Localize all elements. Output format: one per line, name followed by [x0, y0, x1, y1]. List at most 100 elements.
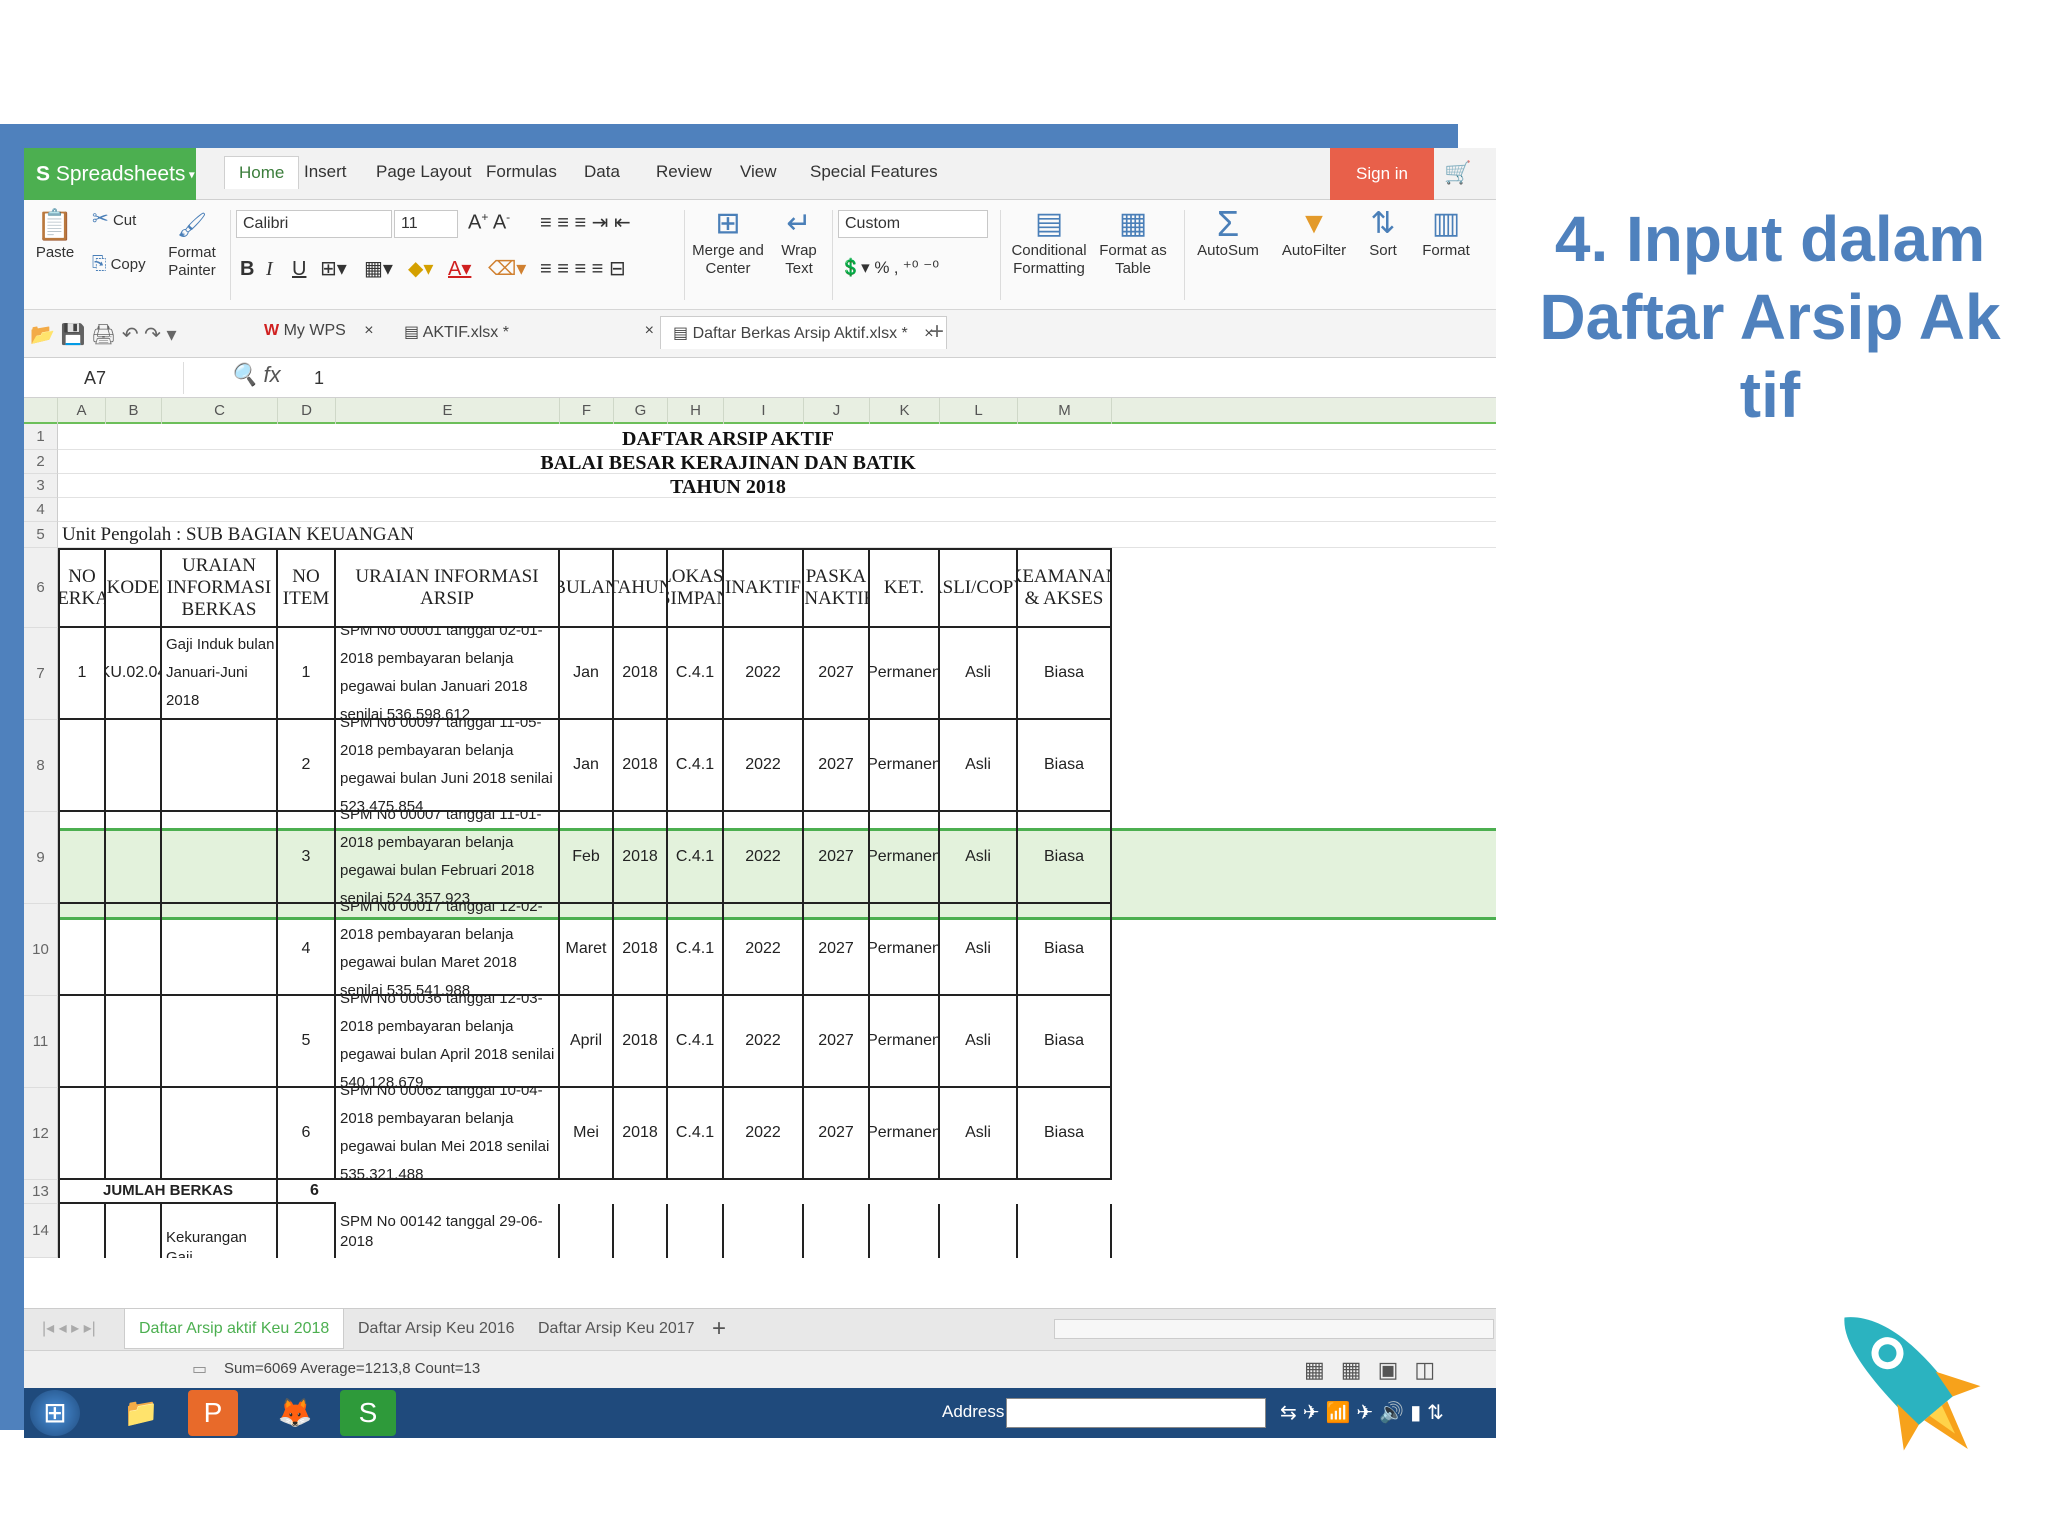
table-cell[interactable]: SPM No 00017 tanggal 12-02-2018 pembayar…: [336, 904, 560, 996]
sheet-tab-keu-2018[interactable]: Daftar Arsip aktif Keu 2018: [124, 1309, 345, 1349]
table-cell[interactable]: Maret: [560, 904, 614, 996]
table-cell[interactable]: C.4.1: [668, 904, 724, 996]
firefox-icon[interactable]: 🦊: [262, 1390, 328, 1436]
table-cell[interactable]: C.4.1: [668, 628, 724, 720]
table-cell[interactable]: [106, 1088, 162, 1180]
row-header-3[interactable]: 3: [24, 474, 58, 498]
table-cell[interactable]: SPM No 00036 tanggal 12-03-2018 pembayar…: [336, 996, 560, 1088]
tab-insert[interactable]: Insert: [304, 162, 347, 182]
sign-in-button[interactable]: Sign in: [1330, 148, 1434, 200]
row-header-14[interactable]: 14: [24, 1204, 58, 1258]
align-top-icon[interactable]: ≡ ≡ ≡ ⇥ ⇤: [540, 210, 631, 235]
table-cell[interactable]: C.4.1: [668, 1088, 724, 1180]
table-cell[interactable]: C.4.1: [668, 812, 724, 904]
table-cell[interactable]: 2027: [804, 904, 870, 996]
table-cell[interactable]: [560, 1204, 614, 1258]
table-cell[interactable]: [106, 1204, 162, 1258]
sheet-nav-arrows[interactable]: |◂ ◂ ▸ ▸|: [28, 1309, 110, 1349]
percent-icon[interactable]: 💲▾ % ‚ ⁺⁰ ⁻⁰: [840, 258, 939, 278]
system-tray-icons[interactable]: ⇆✈📶✈🔊▮⇅: [1280, 1400, 1450, 1425]
tab-review[interactable]: Review: [656, 162, 712, 182]
table-cell[interactable]: 2018: [614, 904, 668, 996]
number-format-select[interactable]: Custom: [838, 210, 988, 238]
app-menu-button[interactable]: S Spreadsheets ▾: [24, 148, 196, 200]
spreadsheet-app-icon[interactable]: S: [340, 1390, 396, 1436]
table-cell[interactable]: [614, 1204, 668, 1258]
table-cell[interactable]: Asli: [940, 904, 1018, 996]
table-cell[interactable]: Biasa: [1018, 996, 1112, 1088]
row-header-2[interactable]: 2: [24, 450, 58, 474]
column-header-i[interactable]: I: [724, 398, 804, 424]
table-cell[interactable]: [804, 1204, 870, 1258]
table-cell[interactable]: 2022: [724, 628, 804, 720]
tab-page-layout[interactable]: Page Layout: [376, 162, 471, 182]
name-box[interactable]: A7: [24, 362, 184, 394]
table-cell[interactable]: Permanen: [870, 812, 940, 904]
column-header-k[interactable]: K: [870, 398, 940, 424]
table-cell[interactable]: Jan: [560, 720, 614, 812]
table-cell[interactable]: 2022: [724, 996, 804, 1088]
table-cell[interactable]: [278, 1204, 336, 1258]
wrap-text-button[interactable]: ↵ Wrap Text: [774, 206, 824, 278]
table-cell[interactable]: [162, 996, 278, 1088]
column-header-d[interactable]: D: [278, 398, 336, 424]
bold-icon[interactable]: B: [240, 258, 254, 281]
new-tab-icon[interactable]: +: [930, 318, 944, 346]
spreadsheet-grid[interactable]: ABCDEFGHIJKLM 1 2 3 4 5 6 7 8 9 10 11 12 13 14 DAFTAR …: [24, 398, 1496, 1308]
table-cell[interactable]: Asli: [940, 628, 1018, 720]
table-cell[interactable]: 5: [278, 996, 336, 1088]
view-mode-icons[interactable]: ▦▦▣◫: [1304, 1357, 1451, 1383]
row-header-5[interactable]: 5: [24, 522, 58, 548]
doc-tab-aktif[interactable]: ▤ AKTIF.xlsx * ×: [404, 322, 654, 342]
table-cell[interactable]: C.4.1: [668, 720, 724, 812]
table-cell[interactable]: [58, 904, 106, 996]
table-cell[interactable]: KU.02.04: [106, 628, 162, 720]
column-header-a[interactable]: A: [58, 398, 106, 424]
font-color-icon[interactable]: A▾: [448, 256, 471, 281]
table-cell[interactable]: [668, 1204, 724, 1258]
table-cell[interactable]: 2018: [614, 720, 668, 812]
row-header-11[interactable]: 11: [24, 996, 58, 1088]
font-grow-icon[interactable]: A+ A-: [468, 210, 510, 235]
table-cell[interactable]: 2022: [724, 720, 804, 812]
sort-button[interactable]: ⇅ Sort: [1358, 206, 1408, 260]
paste-button[interactable]: 📋 Paste: [30, 208, 80, 262]
folder-icon[interactable]: 📁: [108, 1390, 174, 1436]
table-cell[interactable]: [162, 720, 278, 812]
format-as-table-button[interactable]: ▦ Format as Table: [1098, 206, 1168, 278]
row-header-13[interactable]: 13: [24, 1180, 58, 1204]
clear-format-icon[interactable]: ⌫▾: [488, 256, 526, 281]
format-painter-button[interactable]: 🖌 Format Painter: [160, 208, 224, 280]
table-cell[interactable]: 2027: [804, 1088, 870, 1180]
table-cell[interactable]: Asli: [940, 1088, 1018, 1180]
row14-arsip-cell[interactable]: SPM No 00142 tanggal 29-06-2018: [336, 1204, 560, 1258]
font-name-select[interactable]: Calibri: [236, 210, 392, 238]
table-cell[interactable]: [58, 812, 106, 904]
row-header-7[interactable]: 7: [24, 628, 58, 720]
column-header-l[interactable]: L: [940, 398, 1018, 424]
merge-center-button[interactable]: ⊞ Merge and Center: [688, 206, 768, 278]
table-cell[interactable]: 2027: [804, 720, 870, 812]
table-cell[interactable]: 2027: [804, 812, 870, 904]
table-cell[interactable]: Gaji Induk bulan Januari-Juni 2018: [162, 628, 278, 720]
quick-access-icons[interactable]: 📂 💾 🖨 ↶ ↷ ▾: [30, 322, 177, 347]
italic-icon[interactable]: I: [266, 258, 273, 281]
table-cell[interactable]: 1: [58, 628, 106, 720]
row-header-1[interactable]: 1: [24, 424, 58, 450]
column-header-h[interactable]: H: [668, 398, 724, 424]
table-cell[interactable]: [106, 904, 162, 996]
start-button-icon[interactable]: ⊞: [30, 1390, 80, 1436]
row-header-8[interactable]: 8: [24, 720, 58, 812]
tab-home[interactable]: Home: [224, 156, 300, 189]
borders-icon[interactable]: ⊞▾: [320, 256, 347, 281]
table-cell[interactable]: Jan: [560, 628, 614, 720]
copy-button[interactable]: ⎘ Copy: [92, 254, 158, 274]
table-cell[interactable]: 2018: [614, 628, 668, 720]
table-cell[interactable]: SPM No 00097 tanggal 11-05-2018 pembayar…: [336, 720, 560, 812]
column-header-f[interactable]: F: [560, 398, 614, 424]
table-cell[interactable]: [106, 812, 162, 904]
cut-button[interactable]: ✂ Cut: [92, 209, 152, 230]
table-cell[interactable]: Permanen: [870, 628, 940, 720]
table-cell[interactable]: 2018: [614, 1088, 668, 1180]
column-header-m[interactable]: M: [1018, 398, 1112, 424]
